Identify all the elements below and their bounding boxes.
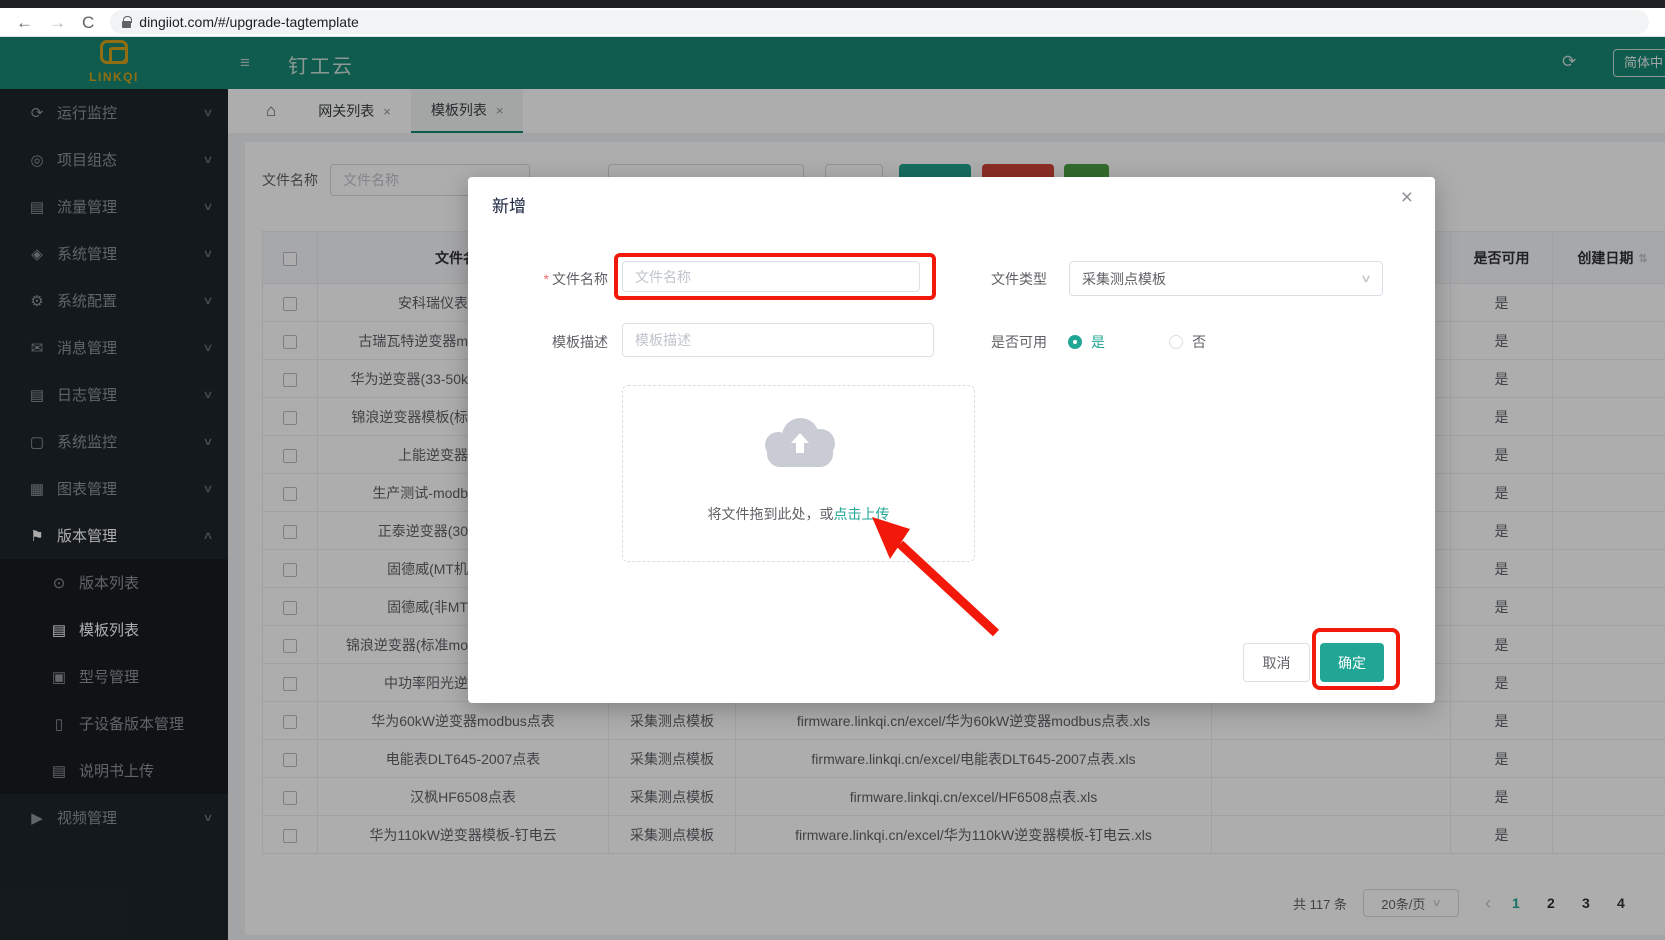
app-window: LINKQI ≡ 钉工云 ⟳ 简体中 ⟳运行监控∨◎项目组态∨▤流量管理∨◈系统… [0,37,1665,940]
browser-tab-strip [0,0,1665,8]
radio-no-label: 否 [1192,332,1206,352]
url-text[interactable]: dingiiot.com/#/upgrade-tagtemplate [139,14,358,30]
browser-toolbar: ← → C dingiiot.com/#/upgrade-tagtemplate [0,8,1665,37]
upload-link[interactable]: 点击上传 [834,506,890,522]
reload-icon[interactable]: C [82,14,94,31]
close-icon[interactable]: × [1401,187,1413,208]
address-bar[interactable]: dingiiot.com/#/upgrade-tagtemplate [110,10,1649,34]
add-template-modal: 新增 × *文件名称 文件类型 采集测点模板 ∨ 模板描述 是否可用 是 否 [468,177,1435,703]
radio-no[interactable]: 否 [1169,332,1206,352]
upload-text: 将文件拖到此处，或点击上传 [623,504,974,524]
file-type-value: 采集测点模板 [1082,269,1166,289]
screen: ← → C dingiiot.com/#/upgrade-tagtemplate… [0,0,1665,940]
file-name-input[interactable] [622,261,920,292]
desc-input[interactable] [622,323,934,357]
radio-yes[interactable]: 是 [1068,332,1105,352]
cancel-button[interactable]: 取消 [1243,643,1310,682]
file-type-label: 文件类型 [947,269,1047,289]
modal-title: 新增 [492,192,526,217]
back-icon[interactable]: ← [16,14,33,31]
confirm-button[interactable]: 确定 [1320,643,1384,682]
available-label: 是否可用 [947,332,1047,352]
chevron-down-icon: ∨ [1360,272,1372,285]
radio-selected-icon [1068,335,1082,349]
file-type-select[interactable]: 采集测点模板 ∨ [1069,261,1383,296]
upload-dropzone[interactable]: 将文件拖到此处，或点击上传 [622,385,975,562]
radio-yes-label: 是 [1091,332,1105,352]
desc-label: 模板描述 [508,332,608,352]
forward-icon[interactable]: → [49,14,66,31]
file-name-label: *文件名称 [508,269,608,289]
radio-unselected-icon [1169,335,1183,349]
required-star: * [544,271,549,287]
upload-cloud-icon [765,418,835,468]
lock-icon [122,21,131,28]
